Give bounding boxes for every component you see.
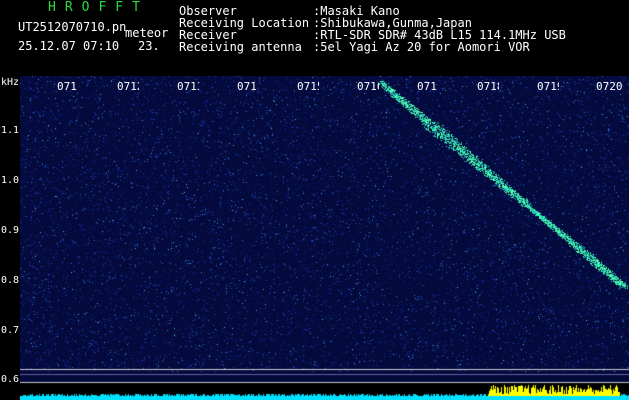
header-panel: HROFFT UT2512070710.pn meteor 25.12.07 0…: [0, 0, 629, 76]
antenna-value: :5el Yagi Az 20 for Aomori VOR: [313, 40, 530, 54]
frequency-tick-label: 0.8: [1, 275, 20, 286]
frequency-unit: kHz: [1, 77, 20, 88]
event-number: 23.: [138, 39, 160, 53]
frequency-tick-label: 0.6: [1, 374, 20, 385]
date-time: 25.12.07 07:10: [18, 39, 120, 53]
spectrogram-canvas: [20, 76, 629, 400]
frequency-tick-label: 0.7: [1, 325, 20, 336]
frequency-tick-label: 0.9: [1, 225, 20, 236]
file-name: UT2512070710.pn: [18, 20, 127, 34]
time-tick-label: 0716: [357, 80, 379, 93]
time-tick-label: 0712: [117, 80, 139, 93]
time-tick-label: 0718: [477, 80, 499, 93]
time-tick-label: 0713: [177, 80, 199, 93]
time-tick-label: 071: [237, 80, 257, 93]
app-title: HROFFT: [48, 0, 149, 15]
time-tick-label: 0715: [297, 80, 319, 93]
frequency-tick-label: 1.0: [1, 175, 20, 186]
time-tick-label: 071: [57, 80, 77, 93]
time-tick-label: 071: [417, 80, 437, 93]
time-tick-label: 0719: [537, 80, 559, 93]
frequency-tick-label: 1.1: [1, 125, 20, 136]
time-tick-label: 0720: [596, 80, 623, 93]
antenna-label: Receiving antenna: [179, 40, 302, 54]
